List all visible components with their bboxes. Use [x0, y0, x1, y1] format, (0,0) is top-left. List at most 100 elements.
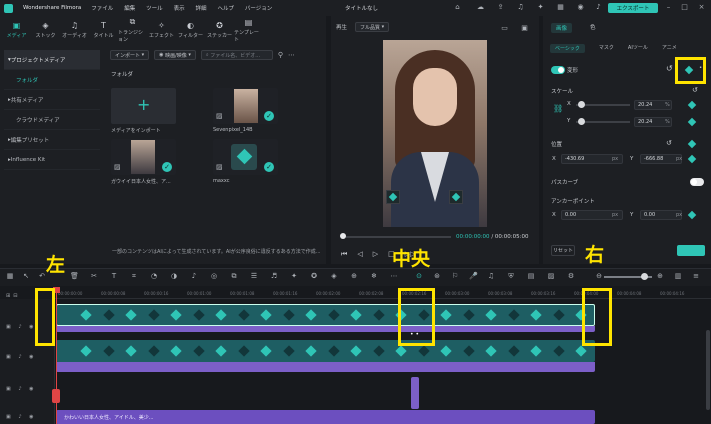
zoom-out-icon[interactable]: ⊖: [595, 272, 603, 280]
effect-icon[interactable]: ✦: [290, 272, 298, 280]
sidebar-item-influence-kit[interactable]: ▸ Influence Kit: [4, 150, 100, 170]
zoom-in-icon[interactable]: ⊕: [656, 272, 664, 280]
more-tools-icon[interactable]: ⋯: [390, 272, 398, 280]
menu-help[interactable]: ヘルプ: [217, 6, 234, 12]
preview-scrubber[interactable]: [341, 236, 451, 238]
filter-select[interactable]: ◉ 映画/映像 ▾: [154, 50, 196, 60]
fit-icon[interactable]: ▥: [674, 272, 682, 280]
adjust-icon[interactable]: ☰: [250, 272, 258, 280]
mic-icon[interactable]: 🎤: [469, 272, 478, 280]
audio-icon[interactable]: ♪: [190, 272, 198, 280]
home-icon[interactable]: ⌂: [453, 3, 462, 12]
marker-icon[interactable]: ⚐: [451, 272, 459, 280]
voiceover-icon[interactable]: ♫: [487, 272, 495, 280]
menu-edit[interactable]: 編集: [124, 6, 135, 12]
maximize-icon[interactable]: □: [680, 3, 689, 12]
subtab-mask[interactable]: マスク: [599, 44, 614, 53]
bell-icon[interactable]: ♪: [594, 3, 603, 12]
mask-icon[interactable]: ◎: [210, 272, 218, 280]
speed-icon[interactable]: ◔: [150, 272, 158, 280]
track-title-controls[interactable]: ▣ ♪ ◉: [6, 414, 36, 420]
tab-filter[interactable]: ◐ フィルター: [176, 18, 205, 42]
split-icon[interactable]: ✂: [90, 272, 98, 280]
tab-sticker[interactable]: ✪ ステッカー: [205, 18, 234, 42]
fullscreen-icon[interactable]: ▣: [520, 24, 529, 33]
track-audio-controls[interactable]: ▣ ♪ ◉: [6, 386, 36, 392]
ripple-icon[interactable]: ⊛: [433, 272, 441, 280]
ok-button[interactable]: [677, 245, 705, 256]
more-icon[interactable]: ⋯: [288, 51, 295, 59]
scale-reset-icon[interactable]: ↺: [692, 86, 698, 94]
pointer-icon[interactable]: ↖: [22, 272, 30, 280]
tab-effect[interactable]: ✧ エフェクト: [147, 18, 176, 42]
zoom-knob[interactable]: [641, 273, 648, 280]
gift-icon[interactable]: ✦: [536, 3, 545, 12]
filter-icon[interactable]: ⚲: [278, 51, 283, 59]
tab-stock[interactable]: ◈ ストック: [31, 18, 60, 42]
settings-icon[interactable]: ⚙: [567, 272, 575, 280]
voice-icon[interactable]: ♬: [270, 272, 278, 280]
menu-advanced[interactable]: 詳細: [196, 6, 207, 12]
transform-toggle[interactable]: [551, 66, 565, 74]
timeline-scrollbar[interactable]: [706, 330, 710, 410]
add-track-icon[interactable]: ⊞⊟: [6, 293, 20, 299]
render-icon[interactable]: ▤: [527, 272, 535, 280]
tab-title[interactable]: T タイトル: [89, 18, 118, 42]
close-icon[interactable]: ×: [697, 3, 706, 12]
export-button[interactable]: エクスポート: [608, 3, 658, 13]
sidebar-item-edit-presets[interactable]: ▸ 編集プリセット: [4, 130, 100, 150]
ai-icon[interactable]: ✪: [310, 272, 318, 280]
subtab-ai-tools[interactable]: AIツール: [628, 44, 648, 53]
freeze-icon[interactable]: ❄: [370, 272, 378, 280]
tracking-icon[interactable]: ⊕: [350, 272, 358, 280]
transition-icon[interactable]: ⧉: [230, 272, 238, 280]
crop-icon[interactable]: ⌗: [130, 272, 138, 280]
reset-icon[interactable]: ↺: [666, 64, 673, 73]
account-icon[interactable]: ◉: [576, 3, 585, 12]
snap-icon[interactable]: ⊙: [415, 272, 423, 280]
picture-icon[interactable]: ▨: [547, 272, 555, 280]
cloud-icon[interactable]: ☁: [476, 3, 485, 12]
headphones-icon[interactable]: ♫: [516, 3, 525, 12]
scrubber-knob[interactable]: [340, 233, 346, 239]
sidebar-item-project-media[interactable]: ▾ プロジェクトメディア: [4, 50, 100, 70]
layout-icon[interactable]: ▦: [6, 272, 14, 280]
tab-template[interactable]: ▤ テンプレート: [234, 18, 263, 43]
share-icon[interactable]: ⇪: [496, 3, 505, 12]
sidebar-item-cloud-media[interactable]: クラウドメディア: [4, 110, 100, 130]
subtab-basic[interactable]: ベーシック: [550, 44, 585, 53]
position-reset-icon[interactable]: ↺: [666, 139, 672, 147]
sidebar-item-folder[interactable]: フォルダ: [4, 70, 100, 90]
subtab-animation[interactable]: アニメ: [662, 44, 677, 53]
import-button[interactable]: インポート ▾: [110, 50, 150, 60]
tab-image[interactable]: 画像: [551, 23, 573, 33]
path-curve-toggle[interactable]: [690, 178, 704, 186]
delete-icon[interactable]: 🗑: [70, 272, 79, 280]
menu-version[interactable]: バージョン: [245, 6, 272, 12]
tab-color[interactable]: 色: [590, 23, 596, 33]
step-back-icon[interactable]: ◁: [357, 250, 362, 259]
minimize-icon[interactable]: –: [664, 3, 673, 12]
grid-icon[interactable]: ▦: [556, 3, 565, 12]
audio-clip[interactable]: [411, 377, 419, 409]
reset-button[interactable]: リセット: [551, 245, 575, 256]
import-media-tile[interactable]: +: [111, 88, 176, 124]
shield-icon[interactable]: ⛨: [507, 272, 515, 280]
tab-media[interactable]: ▣ メディア: [2, 18, 31, 42]
text-icon[interactable]: T: [110, 272, 118, 280]
tab-transition[interactable]: ⧉ トランジション: [118, 17, 147, 43]
menu-file[interactable]: ファイル: [91, 6, 113, 12]
title-clip[interactable]: かわいい日本人女性、アイドル、美少...: [56, 410, 595, 424]
color-icon[interactable]: ◑: [170, 272, 178, 280]
snapshot-icon[interactable]: ▭: [500, 24, 509, 33]
quality-select[interactable]: フル品質 ▾: [355, 22, 390, 32]
search-input[interactable]: ⌕ ファイル名、ビデオ...: [200, 50, 273, 60]
prev-frame-icon[interactable]: ⏮: [341, 250, 347, 259]
playhead[interactable]: [56, 287, 57, 424]
play-icon[interactable]: ▷: [373, 250, 378, 259]
scale-x-knob[interactable]: [578, 101, 585, 108]
sidebar-item-shared-media[interactable]: ▸ 共有メディア: [4, 90, 100, 110]
track-video-1-controls[interactable]: ▣ ♪ ◉: [6, 354, 36, 360]
tab-audio[interactable]: ♫ オーディオ: [60, 18, 89, 42]
scale-y-knob[interactable]: [578, 118, 585, 125]
